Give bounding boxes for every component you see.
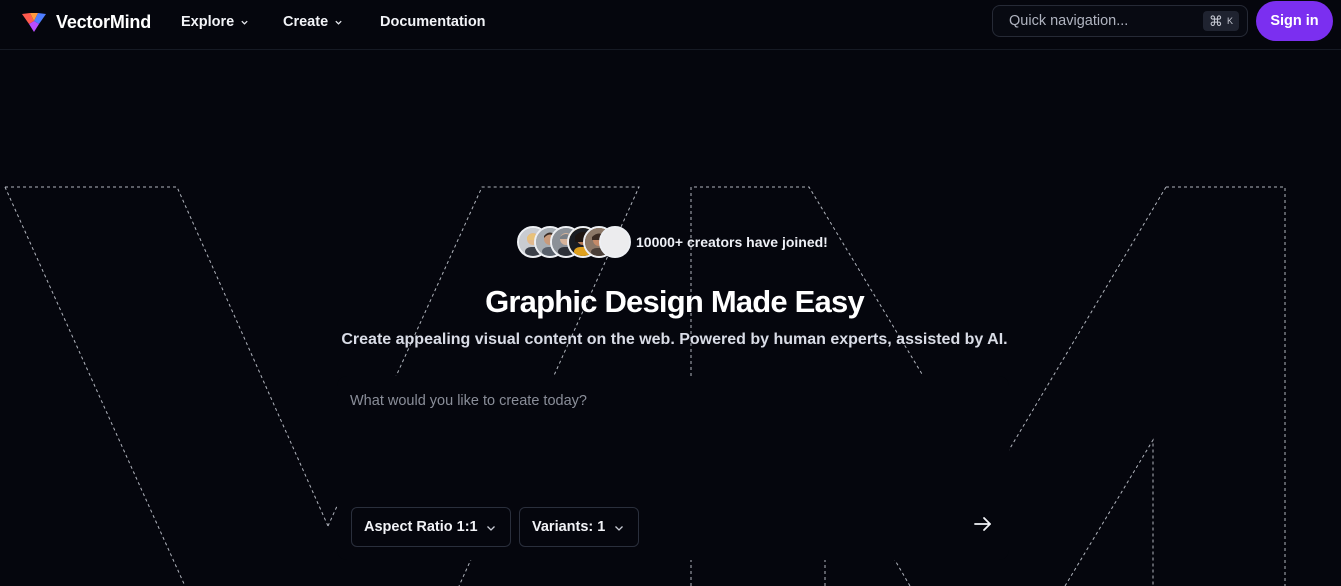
top-navbar: VectorMind Explore Create Documentation … — [0, 0, 1341, 50]
chevron-down-icon — [615, 526, 623, 531]
nav-explore-label: Explore — [181, 14, 235, 30]
prompt-box: Aspect Ratio 1:1 Variants: 1 — [337, 376, 1009, 560]
submit-button[interactable] — [969, 510, 997, 538]
shortcut-key: K — [1226, 16, 1233, 26]
arrow-right-icon — [974, 517, 991, 531]
nav-explore[interactable]: Explore — [181, 12, 249, 32]
nav-documentation[interactable]: Documentation — [380, 12, 486, 32]
chevron-down-icon — [241, 20, 248, 25]
prompt-input[interactable] — [350, 389, 970, 413]
hero-title: Graphic Design Made Easy — [485, 284, 865, 319]
variants-select[interactable]: Variants: 1 — [519, 507, 639, 547]
avatar-stack — [517, 226, 631, 258]
brand-name: VectorMind — [56, 11, 152, 32]
avatar — [599, 226, 631, 258]
vectormind-logo-icon — [22, 13, 46, 32]
aspect-ratio-label: Aspect Ratio 1:1 — [364, 519, 478, 535]
nav-documentation-label: Documentation — [380, 14, 486, 30]
variants-label: Variants: 1 — [532, 519, 606, 535]
hero-subtitle: Create appealing visual content on the w… — [341, 331, 1008, 348]
quick-navigation-search[interactable]: Quick navigation... ⌘ K — [992, 5, 1248, 37]
aspect-ratio-select[interactable]: Aspect Ratio 1:1 — [351, 507, 511, 547]
sign-in-button[interactable]: Sign in — [1256, 1, 1333, 41]
keyboard-shortcut-badge: ⌘ K — [1203, 11, 1239, 31]
quick-navigation-placeholder: Quick navigation... — [1009, 13, 1129, 29]
page: VectorMind Explore Create Documentation … — [0, 0, 1341, 586]
nav-create[interactable]: Create — [283, 12, 343, 32]
logo-link[interactable]: VectorMind — [21, 10, 151, 34]
command-icon: ⌘ — [1208, 12, 1223, 29]
creators-joined-text: 10000+ creators have joined! — [636, 234, 828, 250]
nav-create-label: Create — [283, 14, 329, 30]
social-proof: 10000+ creators have joined! — [517, 226, 828, 258]
chevron-down-icon — [335, 20, 342, 25]
chevron-down-icon — [487, 526, 495, 531]
